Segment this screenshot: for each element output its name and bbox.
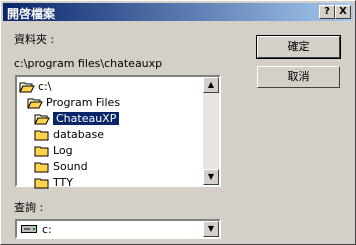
tree-item-label: TTY — [53, 176, 73, 189]
drive-select[interactable]: c: ▼ — [15, 219, 221, 239]
folder-icon — [34, 130, 49, 141]
folder-icon — [34, 162, 49, 173]
scroll-up-button[interactable]: ▲ — [203, 77, 219, 93]
tree-item-chateauxp[interactable]: ChateauXP — [34, 111, 120, 127]
title-bar[interactable]: 開啓檔案 ? X — [3, 3, 353, 21]
tree-item-database[interactable]: database — [34, 127, 104, 143]
tree-item-program-files[interactable]: Program Files — [27, 95, 120, 111]
open-folder-icon — [34, 114, 50, 125]
folder-icon — [34, 178, 49, 189]
tree-item-c-drive[interactable]: c:\ — [19, 79, 51, 95]
vertical-scrollbar[interactable]: ▲ ▼ — [203, 77, 219, 185]
tree-item-label: database — [53, 128, 104, 141]
current-path: c:\program files\chateauxp — [14, 57, 163, 70]
open-file-dialog: 開啓檔案 ? X 資料夾 : c:\program files\chateaux… — [0, 0, 356, 245]
folder-label: 資料夾 : — [14, 33, 55, 46]
tree-item-label: c:\ — [38, 80, 52, 93]
open-folder-icon — [27, 98, 43, 109]
chevron-down-icon[interactable]: ▼ — [203, 221, 219, 237]
tree-item-label: Program Files — [46, 96, 121, 109]
help-button[interactable]: ? — [319, 5, 335, 19]
folder-icon — [34, 146, 49, 157]
dialog-title: 開啓檔案 — [7, 7, 56, 21]
folder-tree-list[interactable]: c:\ Program Files ChateauXP database Log… — [15, 75, 221, 189]
scroll-down-button[interactable]: ▼ — [203, 169, 219, 185]
ok-button[interactable]: 確定 — [256, 35, 341, 59]
drive-select-value: c: — [42, 223, 52, 236]
cancel-button[interactable]: 取消 — [257, 66, 340, 88]
tree-item-tty[interactable]: TTY — [34, 175, 73, 191]
tree-item-log[interactable]: Log — [34, 143, 73, 159]
tree-item-label: Sound — [53, 160, 88, 173]
tree-item-sound[interactable]: Sound — [34, 159, 88, 175]
drive-icon — [21, 225, 37, 233]
tree-item-label: ChateauXP — [53, 112, 120, 125]
open-folder-icon — [19, 82, 35, 93]
tree-item-label: Log — [53, 144, 73, 157]
drives-label: 查詢 : — [14, 201, 44, 214]
close-button[interactable]: X — [335, 5, 351, 19]
